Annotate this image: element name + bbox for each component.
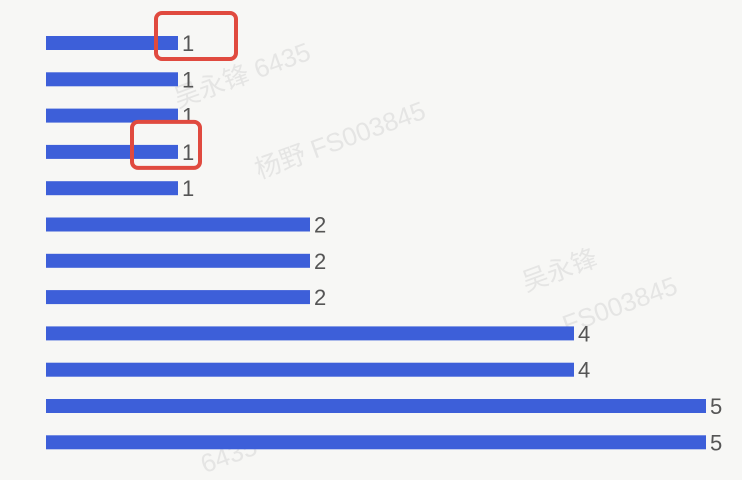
chart-area: 吴永锋 6435 杨野 FS003845 吴永锋 FS003845 6435 1… [0, 0, 742, 479]
data-label: 1 [182, 176, 194, 201]
data-label: 2 [314, 249, 326, 274]
data-label: 1 [182, 31, 194, 56]
data-label: 2 [314, 213, 326, 238]
data-label: 4 [578, 321, 590, 346]
bar [46, 36, 178, 50]
bar [46, 144, 178, 159]
data-label: 2 [314, 285, 326, 310]
bar [46, 72, 178, 87]
bar [46, 326, 574, 341]
data-label: 5 [710, 394, 722, 419]
bar-chart: 1 1 1 1 1 2 2 2 4 4 5 5 [46, 11, 722, 455]
data-label: 1 [182, 67, 194, 92]
data-label: 1 [182, 104, 194, 129]
bar [46, 253, 310, 268]
data-label: 1 [182, 140, 194, 165]
bar [46, 399, 706, 413]
data-label: 4 [578, 358, 590, 383]
data-label: 5 [710, 430, 722, 455]
bar [46, 290, 310, 305]
bar [46, 181, 178, 196]
bar [46, 217, 310, 232]
bar [46, 435, 706, 450]
bar [46, 362, 574, 377]
